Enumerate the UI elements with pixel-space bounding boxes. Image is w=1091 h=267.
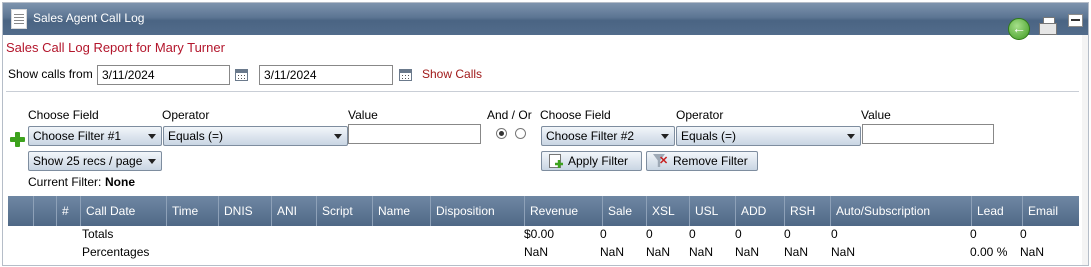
col-header-dnis[interactable]: DNIS <box>218 196 271 226</box>
chevron-down-icon <box>847 134 855 139</box>
col-header-add[interactable]: ADD <box>735 196 784 226</box>
totals-auto: 0 <box>831 227 838 241</box>
totals-sale: 0 <box>600 227 607 241</box>
totals-add: 0 <box>735 227 742 241</box>
choose-field-label: Choose Field <box>540 108 611 122</box>
operator-label: Operator <box>162 108 210 122</box>
or-radio[interactable] <box>515 128 526 139</box>
col-header-script[interactable]: Script <box>316 196 372 226</box>
percentages-sale: NaN <box>600 245 625 259</box>
filter2-field-value: Choose Filter #2 <box>546 129 635 143</box>
value-label: Value <box>861 108 891 122</box>
chevron-down-icon <box>661 134 669 139</box>
remove-filter-button[interactable]: Remove Filter <box>646 151 758 171</box>
calendar-icon[interactable] <box>235 69 248 81</box>
filter1-field-value: Choose Filter #1 <box>33 129 122 143</box>
col-header-email[interactable]: Email <box>1022 196 1079 226</box>
filter2-operator-select[interactable]: Equals (=) <box>676 126 861 146</box>
back-arrow-icon[interactable]: ← <box>1008 18 1030 40</box>
and-radio[interactable] <box>496 128 507 139</box>
col-header-auto-subscription[interactable]: Auto/Subscription <box>830 196 971 226</box>
grid-header: # Call Date Time DNIS ANI Script Name Di… <box>8 196 1079 226</box>
col-header-time[interactable]: Time <box>166 196 218 226</box>
percentages-add: NaN <box>735 245 760 259</box>
current-filter-label: Current Filter: <box>28 175 102 189</box>
report-title: Sales Call Log Report for Mary Turner <box>6 40 225 55</box>
totals-label: Totals <box>82 227 114 241</box>
divider <box>6 91 1079 92</box>
filter1-field-select[interactable]: Choose Filter #1 <box>28 126 162 146</box>
remove-filter-icon <box>652 154 668 168</box>
col-header-rsh[interactable]: RSH <box>784 196 830 226</box>
totals-lead: 0 <box>970 227 977 241</box>
choose-field-label: Choose Field <box>28 108 99 122</box>
from-date-input[interactable] <box>97 65 230 85</box>
col-header-sale[interactable]: Sale <box>602 196 646 226</box>
show-calls-link[interactable]: Show Calls <box>422 67 482 81</box>
percentages-xsl: NaN <box>646 245 671 259</box>
col-header-revenue[interactable]: Revenue <box>524 196 602 226</box>
filter2-field-select[interactable]: Choose Filter #2 <box>541 126 675 146</box>
percentages-lead: 0.00 % <box>970 245 1008 259</box>
totals-usl: 0 <box>689 227 696 241</box>
apply-filter-button[interactable]: Apply Filter <box>541 151 642 171</box>
totals-xsl: 0 <box>646 227 653 241</box>
page-size-select[interactable]: Show 25 recs / page <box>28 151 162 171</box>
filter2-operator-value: Equals (=) <box>681 129 737 143</box>
percentages-email: NaN <box>1020 245 1045 259</box>
percentages-usl: NaN <box>689 245 714 259</box>
filter1-operator-value: Equals (=) <box>168 129 224 143</box>
chevron-down-icon <box>148 159 156 164</box>
current-filter-value: None <box>105 175 135 189</box>
and-or-label: And / Or <box>487 108 532 122</box>
col-header-xsl[interactable]: XSL <box>646 196 689 226</box>
remove-filter-label: Remove Filter <box>673 154 748 168</box>
col-header-name[interactable]: Name <box>372 196 430 226</box>
vertical-scrollbar[interactable] <box>1082 35 1088 265</box>
filter2-value-input[interactable] <box>862 124 994 144</box>
col-header-call-date[interactable]: Call Date <box>80 196 166 226</box>
add-filter-icon[interactable] <box>10 132 25 147</box>
printer-icon[interactable] <box>1038 17 1058 37</box>
minimize-button[interactable] <box>1068 14 1083 27</box>
operator-label: Operator <box>676 108 724 122</box>
percentages-label: Percentages <box>82 245 150 259</box>
apply-filter-label: Apply Filter <box>568 154 629 168</box>
percentages-revenue: NaN <box>524 245 549 259</box>
window-title: Sales Agent Call Log <box>33 11 145 25</box>
page-size-value: Show 25 recs / page <box>33 154 143 168</box>
chevron-down-icon <box>148 134 156 139</box>
notepad-icon <box>11 9 27 29</box>
totals-email: 0 <box>1020 227 1027 241</box>
filter1-operator-select[interactable]: Equals (=) <box>163 126 348 146</box>
percentages-rsh: NaN <box>784 245 809 259</box>
totals-rsh: 0 <box>784 227 791 241</box>
col-header-usl[interactable]: USL <box>689 196 735 226</box>
show-calls-from-label: Show calls from <box>8 67 93 81</box>
col-header-expand[interactable] <box>33 196 56 226</box>
apply-filter-icon <box>547 154 563 168</box>
value-label: Value <box>348 108 378 122</box>
to-date-input[interactable] <box>259 65 393 85</box>
filter1-value-input[interactable] <box>348 124 481 144</box>
totals-revenue: $0.00 <box>524 227 555 241</box>
col-header-ani[interactable]: ANI <box>271 196 316 226</box>
chevron-down-icon <box>334 134 342 139</box>
col-header-number[interactable]: # <box>56 196 80 226</box>
col-header-select[interactable] <box>8 196 33 226</box>
col-header-lead[interactable]: Lead <box>971 196 1022 226</box>
title-bar: Sales Agent Call Log ← <box>3 3 1088 40</box>
calendar-icon[interactable] <box>399 69 412 81</box>
percentages-auto: NaN <box>831 245 856 259</box>
col-header-disposition[interactable]: Disposition <box>430 196 524 226</box>
